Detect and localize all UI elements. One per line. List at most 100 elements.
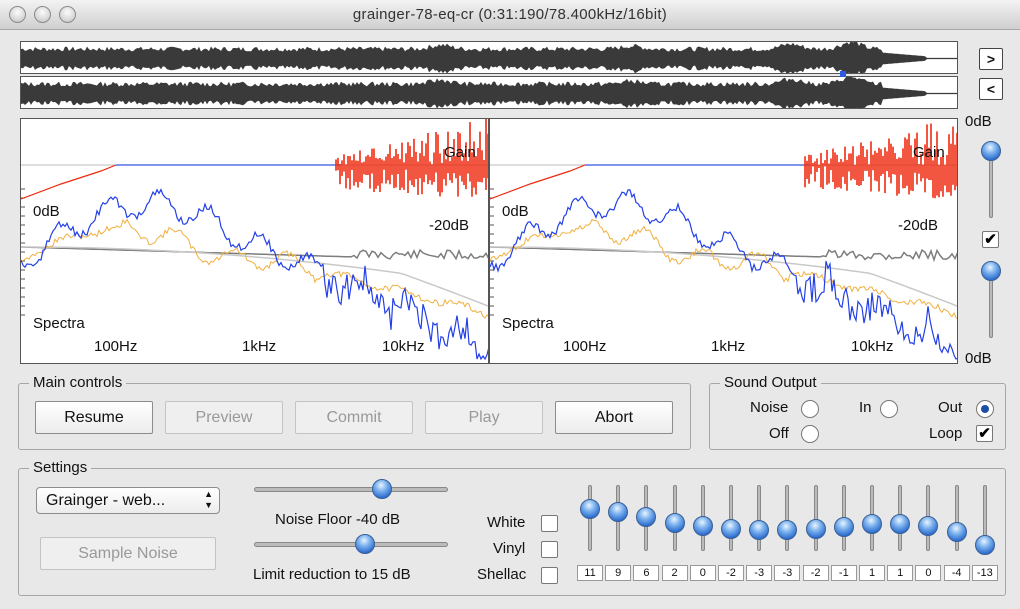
side-top-label: 0dB [965, 113, 992, 130]
eq-slider-knob[interactable] [664, 512, 685, 533]
vinyl-label: Vinyl [493, 540, 526, 557]
freq-tick-10khz: 10kHz [851, 338, 894, 355]
play-button[interactable]: Play [425, 401, 543, 434]
out-label: Out [938, 399, 963, 416]
spectrum-plot-left [21, 119, 488, 361]
in-label: In [859, 399, 872, 416]
orange-spectrum-curve [21, 218, 488, 319]
freq-tick-100hz: 100Hz [94, 338, 138, 355]
vinyl-checkbox[interactable] [541, 541, 558, 558]
blue-spectrum-curve [490, 189, 957, 360]
spectra-label: Spectra [33, 315, 85, 332]
freq-tick-100hz: 100Hz [563, 338, 607, 355]
gain-curve-low [21, 164, 117, 200]
sound-output-legend: Sound Output [720, 374, 821, 391]
eq-slider-knob[interactable] [918, 515, 939, 536]
spectrum-panel-left: Gain 0dB -20dB Spectra 100Hz 1kHz 10kHz [20, 118, 489, 364]
gain-curve-low [490, 164, 586, 200]
eq-value-box: 6 [633, 565, 660, 581]
eq-value-box: -3 [774, 565, 801, 581]
freq-tick-1khz: 1kHz [242, 338, 277, 355]
playhead-marker[interactable] [840, 71, 846, 77]
waveform-left-channel[interactable] [20, 41, 958, 74]
title-bar: grainger-78-eq-cr (0:31:190/78.400kHz/16… [0, 0, 1020, 30]
commit-button[interactable]: Commit [295, 401, 413, 434]
limit-reduction-slider-knob[interactable] [355, 534, 375, 554]
gain-label: Gain [913, 144, 945, 161]
eq-value-box: 1 [859, 565, 885, 581]
minus-20db-label: -20dB [898, 217, 939, 234]
in-radio[interactable] [880, 400, 898, 418]
waveform-right-channel[interactable] [20, 76, 958, 109]
preset-select[interactable]: Grainger - web... ▲ ▼ [36, 487, 220, 514]
resume-button[interactable]: Resume [35, 401, 153, 434]
prev-button[interactable]: < [979, 78, 1003, 100]
abort-button[interactable]: Abort [555, 401, 673, 434]
eq-value-box: 2 [661, 565, 688, 581]
gain-enable-checkbox[interactable]: ✔ [982, 231, 999, 248]
eq-value-box: 11 [577, 565, 603, 581]
side-bottom-label: 0dB [965, 350, 992, 367]
eq-slider-track[interactable] [757, 485, 762, 551]
eq-slider-knob[interactable] [862, 514, 882, 534]
eq-value-box: -2 [718, 565, 744, 581]
shellac-checkbox[interactable] [541, 567, 558, 584]
eq-slider-knob[interactable] [805, 518, 826, 539]
zero-db-label: 0dB [33, 203, 60, 220]
settings-legend: Settings [29, 459, 92, 476]
eq-slider-track[interactable] [785, 485, 790, 551]
eq-slider-knob[interactable] [721, 518, 741, 539]
chevron-updown-icon: ▲ ▼ [204, 489, 213, 510]
eq-value-box: -1 [830, 565, 857, 581]
eq-slider-knob[interactable] [946, 521, 967, 542]
noise-floor-curve [21, 246, 488, 307]
preset-value: Grainger - web... [46, 492, 166, 509]
eq-value-box: 0 [915, 565, 942, 581]
waveform-right-icon [21, 77, 957, 108]
off-radio[interactable] [801, 425, 819, 443]
spectrum-plot-right [490, 123, 957, 360]
loop-checkbox[interactable]: ✔ [976, 425, 993, 442]
shellac-label: Shellac [477, 566, 527, 583]
noise-radio[interactable] [801, 400, 819, 418]
freq-tick-1khz: 1kHz [711, 338, 746, 355]
spectrum-panel-right: Gain 0dB -20dB Spectra 100Hz 1kHz 10kHz [489, 118, 958, 364]
gray-spectrum-curve [490, 246, 957, 263]
noise-floor-slider-track[interactable] [254, 487, 448, 492]
preview-button[interactable]: Preview [165, 401, 283, 434]
eq-value-box: -4 [943, 565, 970, 581]
spectra-slider-knob[interactable] [981, 261, 1001, 281]
eq-slider-knob[interactable] [636, 506, 657, 527]
sample-noise-button[interactable]: Sample Noise [40, 537, 216, 570]
gain-slider-knob[interactable] [981, 141, 1001, 161]
eq-value-box: -3 [746, 565, 773, 581]
main-controls-legend: Main controls [29, 374, 127, 391]
off-label: Off [769, 425, 789, 442]
eq-slider-knob[interactable] [580, 499, 600, 519]
noise-label: Noise [750, 399, 789, 416]
spectra-label: Spectra [502, 315, 554, 332]
out-radio[interactable] [976, 400, 994, 418]
freq-tick-10khz: 10kHz [382, 338, 425, 355]
eq-slider-knob[interactable] [974, 535, 995, 555]
eq-slider-knob[interactable] [833, 517, 854, 537]
zero-db-label: 0dB [502, 203, 529, 220]
blue-spectrum-curve [21, 188, 488, 361]
minus-20db-label: -20dB [429, 217, 470, 234]
next-button[interactable]: > [979, 48, 1003, 70]
loop-label: Loop [929, 425, 963, 442]
eq-value-box: 0 [689, 565, 716, 581]
gain-label: Gain [444, 144, 476, 161]
white-checkbox[interactable] [541, 515, 558, 532]
limit-reduction-slider-track[interactable] [254, 542, 448, 547]
white-label: White [487, 514, 526, 531]
eq-value-box: -13 [971, 565, 998, 581]
limit-reduction-label: Limit reduction to 15 dB [253, 566, 411, 583]
window-title: grainger-78-eq-cr (0:31:190/78.400kHz/16… [352, 6, 668, 23]
eq-slider-knob[interactable] [692, 515, 713, 536]
eq-value-box: -2 [802, 565, 829, 581]
noise-floor-slider-knob[interactable] [372, 479, 392, 499]
waveform-left-icon [21, 42, 957, 73]
eq-value-box: 9 [605, 565, 632, 581]
noise-floor-label: Noise Floor -40 dB [275, 511, 401, 528]
